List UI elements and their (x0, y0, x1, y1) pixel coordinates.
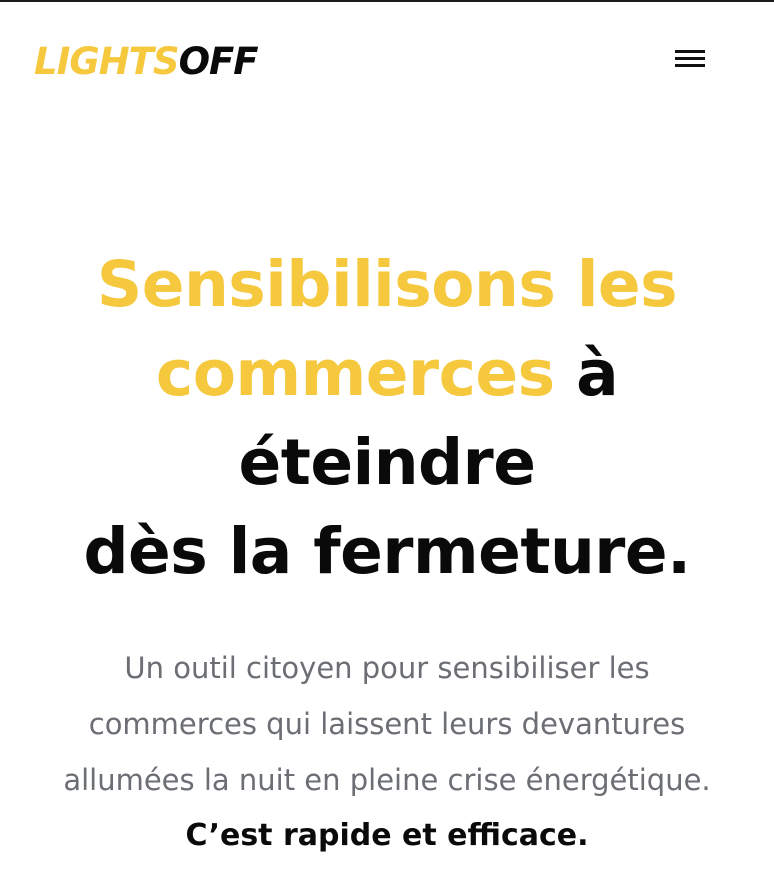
hero-tagline: C’est rapide et efficace. (185, 818, 589, 853)
hero-subtitle-line3: allumées la nuit en pleine crise énergét… (63, 763, 711, 797)
hero-subtitle-line2: commerces qui laissent leurs devantures (88, 707, 686, 741)
hero-subtitle: Un outil citoyen pour sensibiliser les c… (34, 640, 740, 808)
hero-title-highlight: commerces (155, 337, 555, 410)
hero-title-line4: dès la fermeture. (83, 515, 691, 588)
logo-lights: LIGHTS (34, 40, 180, 83)
hamburger-menu-button[interactable] (672, 46, 708, 74)
hero-title-line3: éteindre (238, 426, 536, 499)
hero-subtitle-line1: Un outil citoyen pour sensibiliser les (124, 651, 650, 685)
logo-off: OFF (178, 40, 259, 83)
site-header: LIGHTSOFF (0, 2, 774, 114)
site-logo[interactable]: LIGHTSOFF (34, 40, 259, 84)
hero-title-line1: Sensibilisons les (96, 248, 678, 321)
hero-title-line2-rest: à (554, 337, 619, 410)
hero-title: Sensibilisons les commerces à éteindre d… (20, 240, 754, 596)
